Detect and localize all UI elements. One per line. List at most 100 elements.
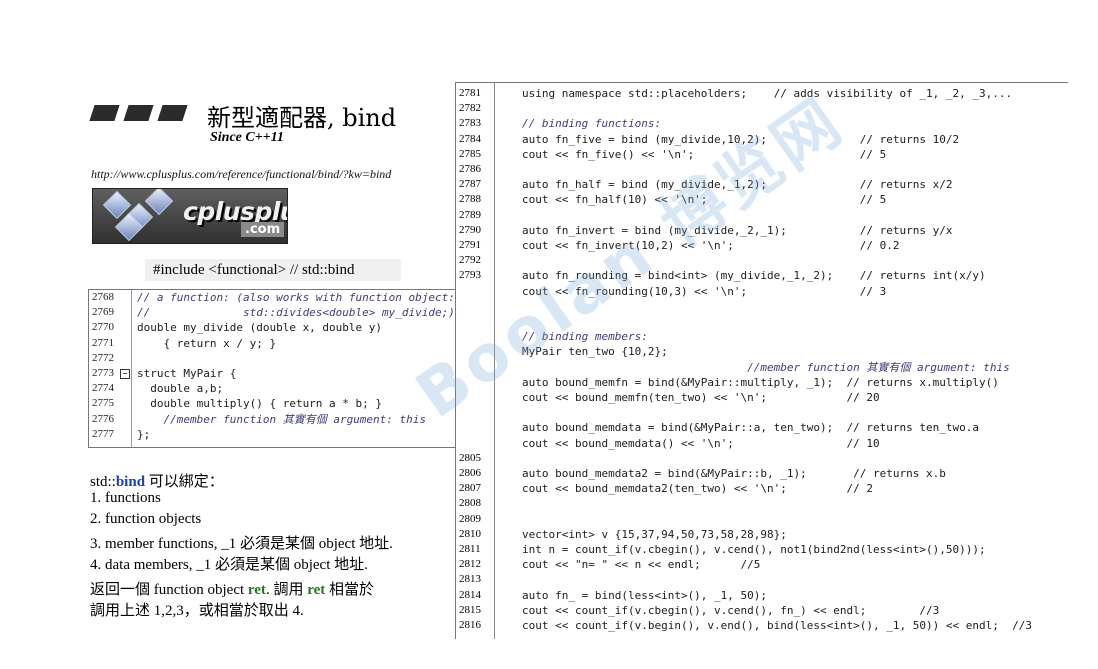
- line-number: 2770: [92, 321, 114, 334]
- line-number: [456, 420, 495, 435]
- code-line: cout << "n= " << n << endl; //5: [522, 558, 761, 572]
- code-line: struct MyPair {: [137, 366, 237, 380]
- line-number: 2772: [92, 351, 114, 364]
- line-number: 2785: [459, 147, 481, 160]
- line-number: 2788: [459, 193, 481, 206]
- line-number: 2776: [92, 412, 114, 425]
- code-line: auto bound_memfn = bind(&MyPair::multipl…: [522, 375, 999, 389]
- bind-keyword: bind: [115, 474, 146, 490]
- line-number: [456, 390, 495, 405]
- line-number: 2768: [92, 291, 114, 303]
- std-prefix: std::: [90, 474, 116, 490]
- line-number: [456, 405, 495, 420]
- ret-keyword: ret: [247, 582, 266, 598]
- line-number: 2789: [459, 208, 481, 221]
- code-line: double a,b;: [137, 382, 224, 396]
- line-number: 2775: [92, 397, 114, 410]
- line-number: 2792: [459, 254, 481, 267]
- list-item: 1. functions: [90, 490, 161, 506]
- line-number: 2805: [459, 451, 481, 464]
- line-number: 2809: [459, 512, 481, 525]
- bind-description-heading: std::bind 可以綁定：: [90, 470, 224, 491]
- left-code-panel: 2768 2769 2770 2771 2772 2773 2774 2775 2776 2777…: [88, 289, 496, 448]
- code-line: MyPair ten_two {10,2};: [522, 345, 668, 359]
- code-line: int n = count_if(v.cbegin(), v.cend(), n…: [522, 543, 986, 556]
- code-line: cout << count_if(v.begin(), v.end(), bin…: [522, 619, 1032, 632]
- code-line: auto fn_invert = bind (my_divide,_2,_1);…: [522, 223, 953, 237]
- line-number: 2771: [92, 336, 114, 349]
- list-item: 4. data members, _1 必須是某個 object 地址.: [90, 557, 368, 573]
- line-number: 2808: [459, 497, 481, 510]
- title-bars-decoration: [89, 105, 192, 123]
- line-number: [456, 344, 495, 359]
- collapse-toggle-icon[interactable]: −: [120, 369, 130, 379]
- code-lines: // a function: (also works with function…: [137, 290, 455, 442]
- line-number: 2791: [459, 239, 481, 251]
- line-number: 2813: [459, 573, 481, 586]
- line-number: 2815: [459, 603, 481, 616]
- code-line: cout << fn_five() << '\n'; // 5: [522, 147, 887, 161]
- line-number: [456, 329, 495, 344]
- code-line: cout << bound_memfn(ten_two) << '\n'; //…: [522, 391, 880, 404]
- line-number: [456, 284, 495, 299]
- line-number: 2786: [459, 163, 481, 175]
- line-number: 2811: [459, 543, 481, 555]
- line-number: 2816: [459, 619, 481, 631]
- line-number: [456, 375, 495, 390]
- list-item: 3. member functions, _1 必須是某個 object 地址.: [90, 536, 393, 552]
- line-number: 2783: [459, 117, 481, 130]
- code-line: //member function 其實有個 argument: this: [137, 412, 427, 426]
- code-line: cout << fn_invert(10,2) << '\n'; // 0.2: [522, 239, 900, 252]
- cplusplus-logo: cplusplus .com: [92, 188, 288, 244]
- line-number: [456, 360, 495, 375]
- code-line: auto bound_memdata = bind(&MyPair::a, te…: [522, 421, 979, 435]
- code-line: auto bound_memdata2 = bind(&MyPair::b, _…: [522, 467, 946, 480]
- return-description-line2: 調用上述 1,2,3，或相當於取出 4.: [90, 603, 304, 619]
- ret-text-c: 相當於: [325, 582, 375, 598]
- code-line: // std::divides<double> my_divide;): [137, 306, 455, 320]
- line-number: 2777: [92, 427, 114, 440]
- ret-text-b: . 調用: [265, 582, 308, 598]
- heading-suffix: 可以綁定：: [145, 474, 224, 490]
- line-number: [456, 314, 495, 329]
- code-line: auto fn_ = bind(less<int>(), _1, 50);: [522, 588, 768, 602]
- reference-url[interactable]: http://www.cplusplus.com/reference/funct…: [91, 167, 391, 182]
- line-number: [456, 299, 495, 314]
- ret-keyword: ret: [307, 582, 326, 598]
- line-number: 2807: [459, 482, 481, 495]
- return-description: 返回一個 function object ret. 調用 ret 相當於: [90, 578, 374, 599]
- line-number: 2769: [92, 306, 114, 319]
- code-line: //member function 其實有個 argument: this: [522, 360, 1010, 374]
- code-line: // a function: (also works with function…: [137, 291, 455, 304]
- include-line: #include <functional> // std::bind: [145, 259, 401, 281]
- line-number: 2806: [459, 467, 481, 479]
- code-line: cout << fn_half(10) << '\n'; // 5: [522, 193, 887, 207]
- code-line: vector<int> v {15,37,94,50,73,58,28,98};: [522, 527, 787, 541]
- line-number: 2810: [459, 527, 481, 540]
- code-line: using namespace std::placeholders; // ad…: [522, 87, 1013, 100]
- code-line: double my_divide (double x, double y): [137, 321, 383, 335]
- line-number: [456, 436, 495, 451]
- code-line: auto fn_half = bind (my_divide,_1,2); //…: [522, 178, 953, 192]
- code-line: auto fn_five = bind (my_divide,10,2); //…: [522, 132, 960, 146]
- page-title: 新型適配器, bind: [207, 104, 397, 132]
- code-line: auto fn_rounding = bind<int> (my_divide,…: [522, 269, 986, 283]
- code-line: cout << count_if(v.cbegin(), v.cend(), f…: [522, 603, 940, 617]
- since-label: Since C++11: [210, 130, 284, 145]
- code-line: cout << bound_memdata2(ten_two) << '\n';…: [522, 482, 873, 496]
- logo-domain: .com: [241, 222, 285, 237]
- line-number: 2814: [459, 588, 481, 601]
- line-number: 2787: [459, 178, 481, 191]
- code-line: cout << bound_memdata() << '\n'; // 10: [522, 436, 880, 450]
- line-number: 2782: [459, 102, 481, 115]
- ret-text-a: 返回一個 function object: [90, 582, 248, 598]
- line-number: 2781: [459, 87, 481, 99]
- list-item: 2. function objects: [90, 511, 202, 527]
- line-number: 2793: [459, 269, 481, 282]
- line-number: 2812: [459, 558, 481, 571]
- code-line: // binding members:: [522, 330, 648, 344]
- code-line: // binding functions:: [522, 117, 662, 131]
- code-line: { return x / y; }: [137, 336, 277, 350]
- code-line: double multiply() { return a * b; }: [137, 397, 383, 411]
